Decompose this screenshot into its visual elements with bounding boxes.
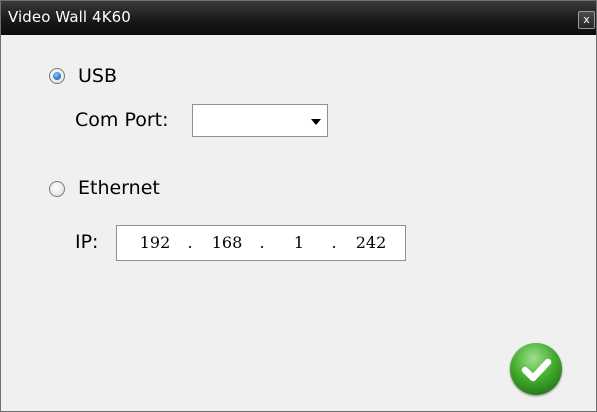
ip-separator: . <box>259 233 265 252</box>
dropdown-arrow-icon <box>311 119 321 125</box>
ip-address-field[interactable]: 192 . 168 . 1 . 242 <box>116 225 406 261</box>
com-port-dropdown[interactable] <box>192 104 328 137</box>
dialog-window: Video Wall 4K60 x USB Com Port: Ethernet… <box>0 0 597 412</box>
ip-separator: . <box>187 233 193 252</box>
ip-octet-2[interactable]: 168 <box>205 232 249 254</box>
com-port-label: Com Port: <box>75 109 169 131</box>
ip-octet-1[interactable]: 192 <box>133 232 177 254</box>
connection-settings: USB Com Port: Ethernet IP: 192 . 168 . 1… <box>1 35 596 411</box>
ip-octet-3[interactable]: 1 <box>277 232 321 254</box>
ip-separator: . <box>331 233 337 252</box>
ok-button[interactable] <box>510 343 562 395</box>
usb-label[interactable]: USB <box>78 65 117 87</box>
ip-octet-4[interactable]: 242 <box>349 232 393 254</box>
ethernet-radio[interactable] <box>49 181 65 197</box>
close-button[interactable]: x <box>578 11 595 29</box>
close-icon: x <box>583 13 590 26</box>
checkmark-icon <box>521 358 552 382</box>
ethernet-label[interactable]: Ethernet <box>78 177 160 199</box>
window-title: Video Wall 4K60 <box>8 8 131 26</box>
usb-radio[interactable] <box>49 68 65 84</box>
ip-label: IP: <box>75 231 99 253</box>
title-bar: Video Wall 4K60 x <box>1 1 596 35</box>
